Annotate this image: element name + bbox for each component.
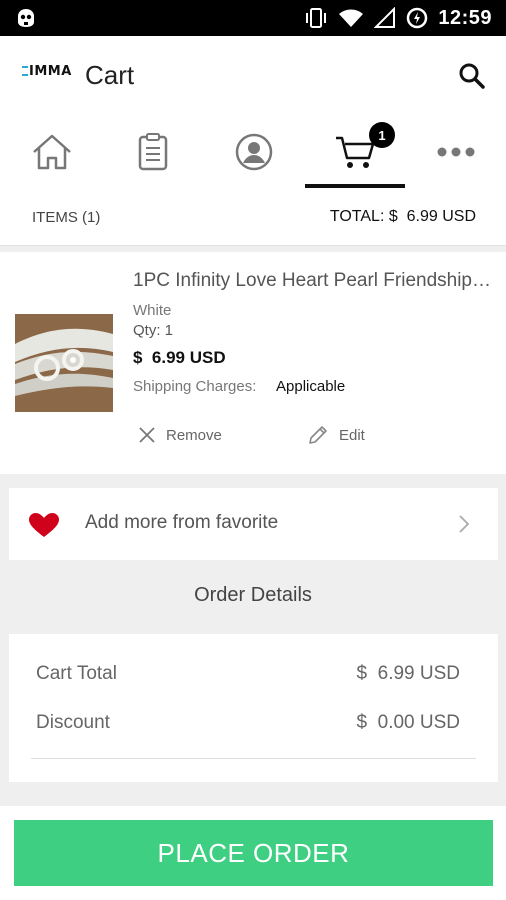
shipping-value: Applicable <box>276 378 346 395</box>
page-title: Cart <box>85 60 135 90</box>
order-details-box: Cart Total $ 6.99 USD Discount $ 0.00 US… <box>9 634 498 782</box>
edit-label: Edit <box>339 426 365 444</box>
tab-cart[interactable]: 1 <box>305 116 405 188</box>
tab-account[interactable] <box>204 116 304 188</box>
product-image[interactable] <box>15 314 113 412</box>
cart-summary: ITEMS (1) TOTAL: $ 6.99 USD <box>0 188 506 246</box>
chevron-right-icon <box>459 515 470 533</box>
pencil-icon <box>309 426 327 444</box>
app-bar: IMMA Cart <box>0 36 506 116</box>
tab-more[interactable] <box>406 116 506 188</box>
product-title[interactable]: 1PC Infinity Love Heart Pearl Friendship… <box>133 270 493 292</box>
edit-button[interactable]: Edit <box>307 422 365 448</box>
wifi-icon <box>339 9 364 27</box>
orders-icon <box>138 133 168 171</box>
cart-total-header: TOTAL: $ 6.99 USD <box>329 208 476 225</box>
notification-icon <box>18 9 34 27</box>
tab-home[interactable] <box>2 116 102 188</box>
remove-label: Remove <box>166 426 222 444</box>
cart-badge: 1 <box>369 122 395 148</box>
heart-icon <box>29 513 59 537</box>
add-from-favorite[interactable]: Add more from favorite <box>9 488 498 560</box>
product-price: $ 6.99 USD <box>133 348 226 367</box>
discount-row: Discount $ 0.00 USD <box>36 712 460 734</box>
product-qty: Qty: 1 <box>133 322 174 339</box>
home-icon <box>33 134 71 170</box>
cart-total-label: Cart Total <box>36 663 117 684</box>
more-icon <box>437 147 475 157</box>
remove-button[interactable]: Remove <box>138 422 222 448</box>
data-saver-icon <box>407 7 428 29</box>
divider <box>31 758 476 759</box>
close-icon <box>139 427 155 443</box>
shipping-label: Shipping Charges: <box>133 378 257 395</box>
product-variant: White <box>133 302 172 319</box>
brand-logo[interactable]: IMMA <box>22 64 72 79</box>
discount-label: Discount <box>36 712 110 733</box>
tab-orders[interactable] <box>103 116 203 188</box>
account-icon <box>235 133 273 171</box>
cart-total-row: Cart Total $ 6.99 USD <box>36 663 460 685</box>
favorite-label: Add more from favorite <box>85 512 279 533</box>
brand-text: IMMA <box>29 64 72 79</box>
nav-tabs: 1 <box>0 116 506 188</box>
discount-value: $ 0.00 USD <box>356 712 461 733</box>
search-icon <box>459 63 485 89</box>
status-bar: 12:59 <box>0 0 506 36</box>
cart-item-card[interactable]: 1PC Infinity Love Heart Pearl Friendship… <box>0 252 506 474</box>
order-details-heading: Order Details <box>194 584 312 606</box>
vibrate-icon <box>306 8 327 28</box>
items-count: ITEMS (1) <box>32 209 101 226</box>
place-order-button[interactable]: PLACE ORDER <box>14 820 493 886</box>
search-button[interactable] <box>456 60 488 92</box>
status-time: 12:59 <box>438 6 492 29</box>
signal-icon <box>374 7 396 28</box>
cart-total-value: $ 6.99 USD <box>356 663 461 684</box>
bottom-bar: PLACE ORDER <box>0 806 506 900</box>
